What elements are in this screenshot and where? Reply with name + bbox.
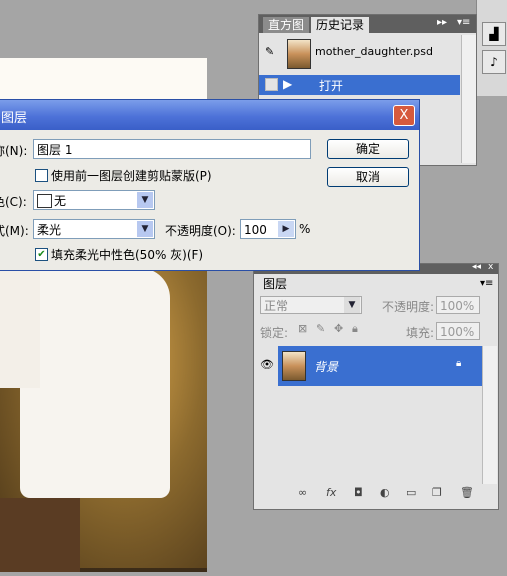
tab-histogram[interactable]: 直方图	[263, 17, 310, 33]
ok-button[interactable]: 确定	[327, 139, 409, 159]
snapshot-thumbnail	[287, 39, 311, 69]
fill-label: 填充:	[406, 326, 435, 340]
link-layers-icon[interactable]: ∞	[298, 486, 307, 499]
fill-input[interactable]: 100%	[436, 322, 480, 340]
chevron-right-icon[interactable]: ▶	[278, 221, 294, 237]
color-swatch	[37, 194, 52, 208]
snapshot-name: mother_daughter.psd	[315, 45, 433, 58]
layer-thumbnail	[282, 351, 306, 381]
tab-history[interactable]: 历史记录	[311, 17, 370, 33]
history-scrollbar[interactable]	[461, 35, 476, 163]
chevron-down-icon: ▼	[137, 192, 153, 208]
fill-neutral-color-label: 填充柔光中性色(50% 灰)(F)	[51, 248, 204, 262]
tab-layers[interactable]: 图层	[258, 276, 293, 292]
history-panel-tabs: 直方图 历史记录 ▸▸ ▾≡	[259, 15, 476, 33]
opacity-unit: %	[299, 222, 311, 236]
panel-dock: ▟ ♪	[476, 0, 507, 96]
layer-name-input[interactable]: 图层 1	[33, 139, 311, 159]
history-snapshot[interactable]: ✎ mother_daughter.psd	[259, 35, 460, 71]
brush-source-icon[interactable]: ✎	[265, 45, 274, 58]
delete-layer-icon[interactable]: 🗑︎	[460, 486, 474, 499]
close-icon[interactable]: x	[488, 262, 493, 272]
chevron-down-icon: ▼	[344, 297, 360, 313]
add-mask-icon[interactable]: ◘	[354, 486, 363, 499]
opacity-label: 不透明度(O):	[165, 224, 236, 238]
panel-menu-icon[interactable]: ▾≡	[457, 17, 470, 28]
use-previous-clipping-checkbox[interactable]	[35, 169, 48, 182]
photo-dress	[20, 268, 170, 498]
dialog-title: 图层	[1, 111, 28, 126]
lock-icon: 🔒︎	[456, 358, 462, 369]
layer-style-icon[interactable]: fx	[326, 486, 336, 499]
color-label: 色(C):	[0, 195, 27, 209]
lock-all-icon[interactable]: 🔒︎	[352, 322, 358, 336]
cancel-button[interactable]: 取消	[327, 167, 409, 187]
name-label: 称(N):	[0, 144, 28, 158]
histogram-icon[interactable]: ▟	[482, 22, 506, 46]
history-brush-checkbox[interactable]	[265, 78, 278, 91]
layer-name: 背景	[314, 360, 339, 374]
layer-row-background[interactable]: 背景 🔒︎	[278, 346, 482, 386]
lock-label: 锁定:	[260, 326, 289, 340]
history-item-label: 打开	[319, 79, 344, 93]
close-button[interactable]: X	[393, 105, 415, 126]
mode-select[interactable]: 柔光 ▼	[33, 219, 155, 239]
new-group-icon[interactable]: ▭	[406, 486, 416, 499]
mode-value: 柔光	[37, 223, 62, 237]
layers-scrollbar[interactable]	[482, 346, 497, 484]
dialog-titlebar[interactable]: 图层 X	[0, 100, 419, 130]
opacity-value: 100	[244, 223, 267, 237]
history-arrow-icon: ▶	[283, 77, 293, 91]
lock-paint-icon[interactable]: ✎	[316, 322, 325, 335]
lock-transparent-icon[interactable]: ⊠	[298, 322, 307, 335]
chevron-down-icon: ▼	[137, 221, 153, 237]
collapse-icon[interactable]: ◂◂	[472, 262, 481, 272]
use-previous-clipping-label: 使用前一图层创建剪贴蒙版(P)	[51, 169, 212, 183]
new-layer-icon[interactable]: ❐	[432, 486, 442, 499]
opacity-input[interactable]: 100%	[436, 296, 480, 314]
color-value: 无	[54, 194, 67, 208]
history-item[interactable]: ▶ 打开	[259, 75, 460, 95]
lock-move-icon[interactable]: ✥	[334, 322, 343, 335]
blend-mode-select[interactable]: 正常 ▼	[260, 296, 362, 314]
fill-neutral-color-checkbox[interactable]: ✔	[35, 248, 48, 261]
history-brush-icon[interactable]: ♪	[482, 50, 506, 74]
opacity-input[interactable]: 100 ▶	[240, 219, 296, 239]
eye-icon[interactable]: 👁︎	[260, 358, 274, 371]
mode-label: 式(M):	[0, 224, 29, 238]
opacity-label: 不透明度:	[382, 300, 435, 314]
photo-legs	[0, 498, 80, 572]
collapse-icon[interactable]: ▸▸	[437, 17, 447, 28]
layers-panel: ◂◂ x 图层 ▾≡ 正常 ▼ 不透明度: 100% 锁定: ⊠ ✎ ✥ 🔒︎ …	[253, 262, 499, 510]
new-layer-dialog: 图层 X 称(N): 图层 1 使用前一图层创建剪贴蒙版(P) 色(C): 无 …	[0, 99, 420, 271]
blend-mode-value: 正常	[264, 299, 289, 313]
adjustment-layer-icon[interactable]: ◐	[380, 486, 390, 499]
panel-menu-icon[interactable]: ▾≡	[480, 278, 493, 289]
color-select[interactable]: 无 ▼	[33, 190, 155, 210]
